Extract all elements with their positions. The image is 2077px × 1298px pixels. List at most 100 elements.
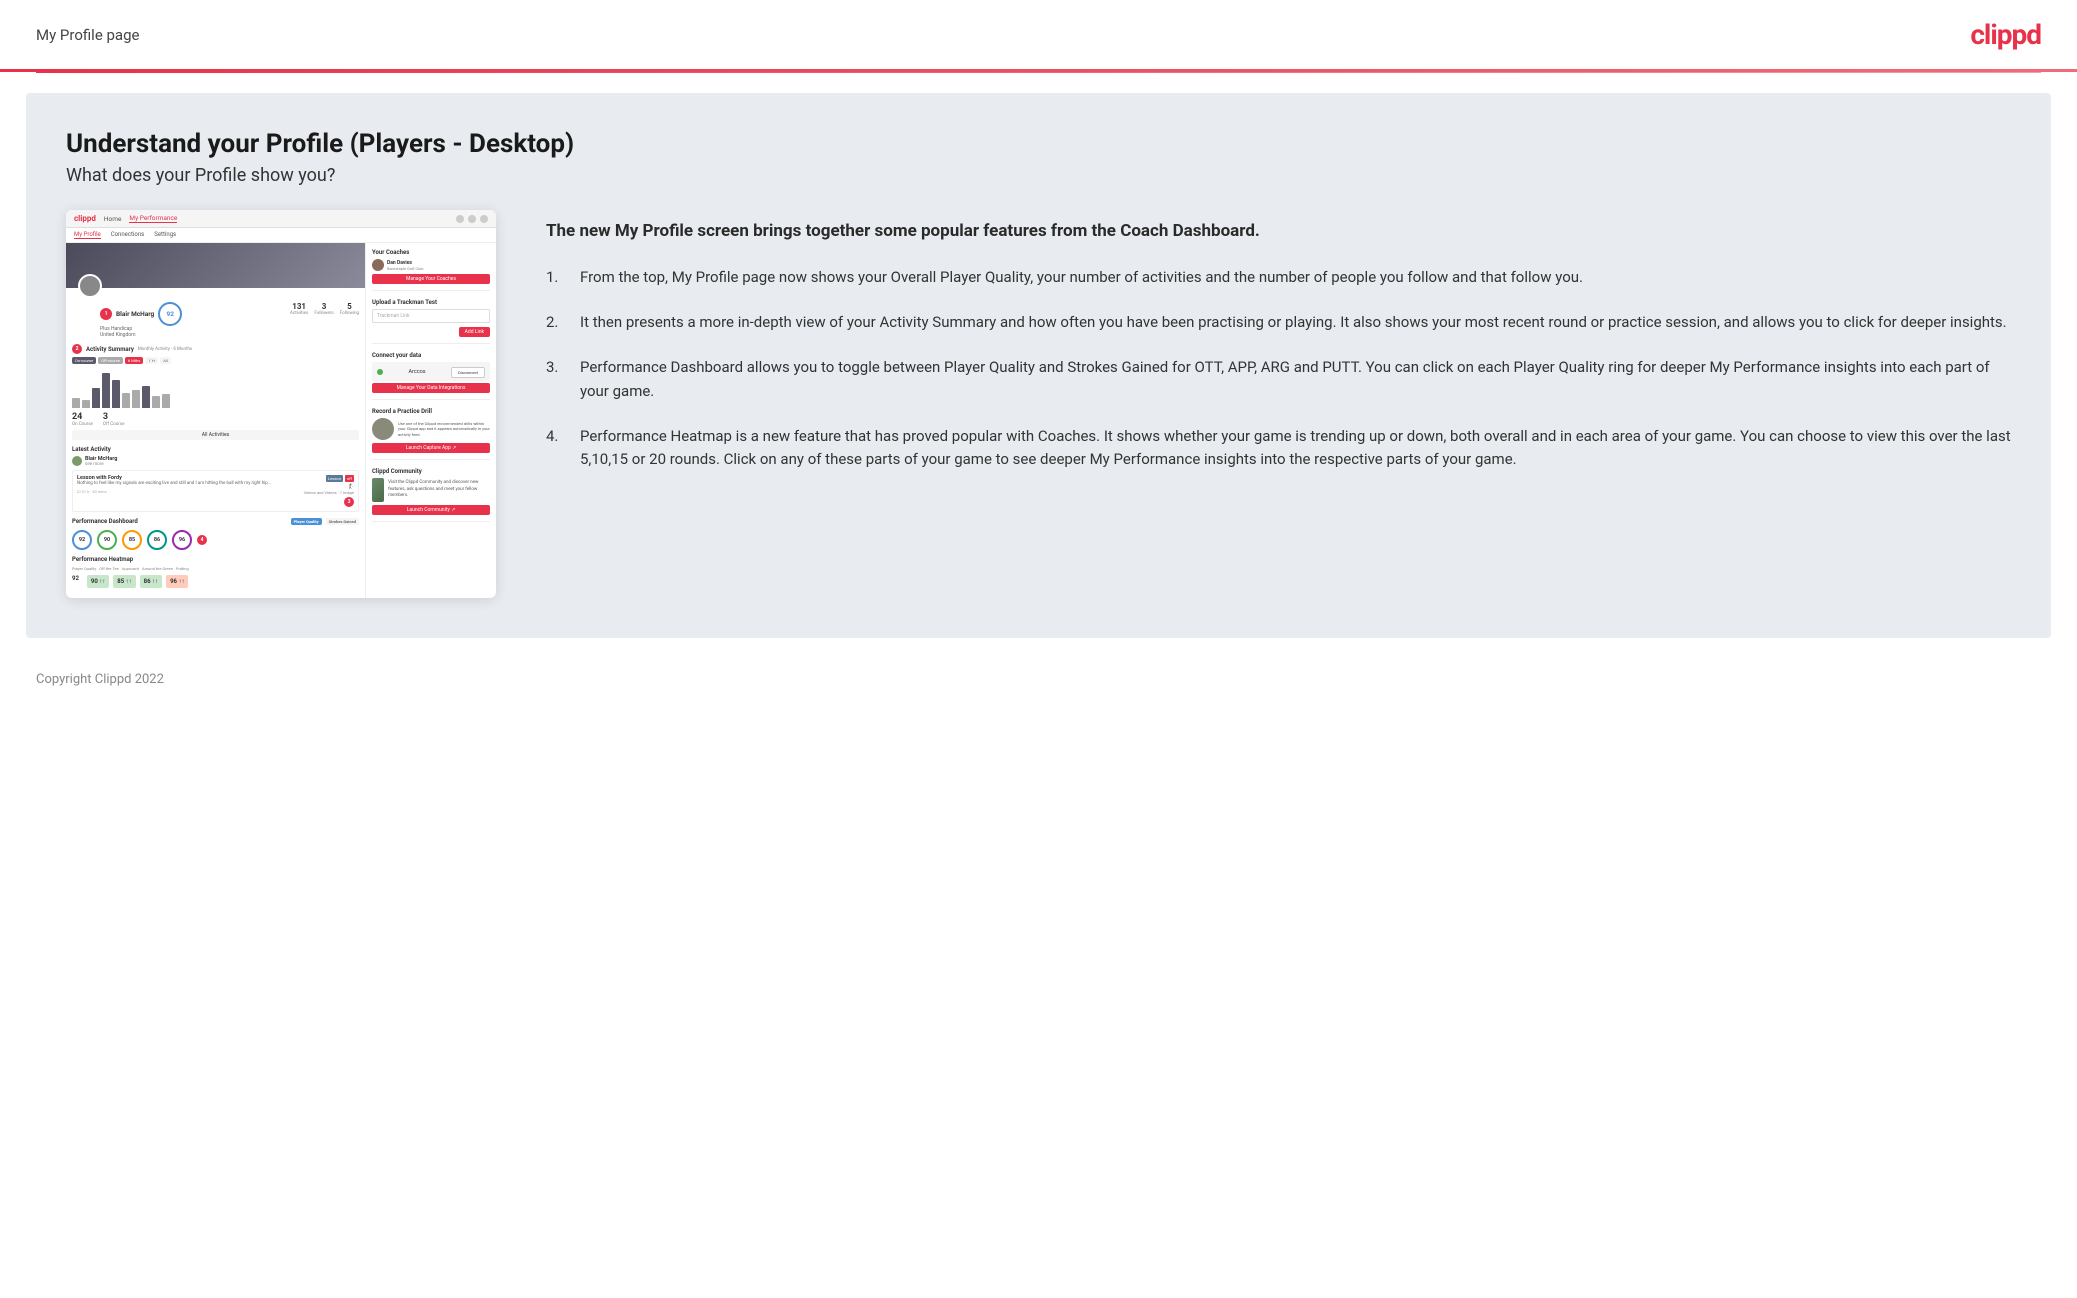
mock-player-name-row: 1 Blair McHarg 92: [100, 302, 284, 326]
mock-activity-row: Blair McHarg see more: [72, 456, 359, 467]
mock-bar-2: [82, 400, 90, 408]
mock-lesson-right: Lesson off 🏌 Videos and Videos · 1 image…: [304, 475, 354, 507]
mock-ring-ott: 90: [97, 530, 117, 550]
mock-bar-5: [112, 380, 120, 408]
mock-badge-4: 4: [197, 535, 207, 545]
mock-followers-label: Followers: [314, 311, 333, 316]
list-num-1: 1.: [546, 266, 566, 289]
mock-stat-activities: 131 Activities: [290, 302, 308, 316]
mock-lesson-videos: Videos and Videos · 1 image: [304, 490, 354, 495]
mock-oncourse-num: 24: [72, 412, 93, 422]
mock-trackman-title: Upload a Trackman Test: [372, 299, 490, 306]
mock-quality-ring: 92: [158, 302, 182, 326]
mock-icon-user: [480, 215, 488, 223]
mock-pill-offcourse: Off-course: [98, 357, 123, 364]
mock-ring-overall: 92: [72, 530, 92, 550]
mock-trackman-btn-row: Add Link: [372, 325, 490, 337]
mock-filter-pills: On-course Off-course 6 Mths 1 Yr All: [72, 357, 359, 364]
mock-ring-putt: 96: [172, 530, 192, 550]
mock-coaches-title: Your Coaches: [372, 249, 490, 256]
mock-badge-2: 2: [72, 344, 82, 354]
mock-stat-following: 5 Following: [340, 302, 359, 316]
mock-nav-performance: My Performance: [129, 214, 177, 223]
mock-lesson-text: Nothing to feel like my signals are exci…: [77, 481, 300, 487]
mock-subnav-connections: Connections: [111, 231, 145, 239]
mock-badge-1: 1: [100, 308, 112, 320]
mock-all-activities-btn: All Activities: [72, 430, 359, 440]
list-text-1: From the top, My Profile page now shows …: [580, 266, 1583, 289]
mock-connect-title: Connect your data: [372, 352, 490, 359]
mock-right-panel: Your Coaches Dan Davies Barnstaple Golf …: [366, 243, 496, 598]
mock-nav-home: Home: [104, 215, 122, 223]
mock-oncourse-label: On Course: [72, 422, 93, 427]
mock-drill-section: Record a Practice Drill Use one of the C…: [372, 408, 490, 460]
mock-badge-3: 3: [344, 497, 354, 507]
mock-heatmap-row: 92 90 ↑↑ 85 ↑↑ 86 ↑↑ 96 ↑↑: [72, 575, 359, 588]
mockup-container: clippd Home My Performance My Profile Co…: [66, 210, 496, 598]
mock-activity-title: Activity Summary: [86, 346, 134, 353]
mock-coaches-section: Your Coaches Dan Davies Barnstaple Golf …: [372, 249, 490, 291]
mock-community-card: Visit the Clippd Community and discover …: [372, 478, 490, 502]
mock-player-quality-badge: Player Quality: [291, 518, 322, 525]
mock-offcourse-label: Off Course: [103, 422, 125, 427]
mock-pill-oncourse: On-course: [72, 357, 96, 364]
mock-subnav: My Profile Connections Settings: [66, 228, 496, 243]
mock-heatmap-label-app: Approach: [122, 566, 139, 571]
mock-bar-7: [132, 390, 140, 408]
mock-activity-desc: see more: [85, 462, 117, 467]
mock-heatmap-val-pq: 92: [72, 575, 79, 588]
list-num-3: 3.: [546, 356, 566, 403]
mock-ring-85: 85: [122, 530, 142, 550]
mock-bar-9: [152, 396, 160, 408]
content-row: clippd Home My Performance My Profile Co…: [66, 210, 2011, 598]
mock-drill-btn[interactable]: Launch Capture App ↗: [372, 443, 490, 453]
list-item-3: 3. Performance Dashboard allows you to t…: [546, 356, 2011, 403]
list-text-3: Performance Dashboard allows you to togg…: [580, 356, 2011, 403]
mock-left: 1 Blair McHarg 92 Plus Handicap United K…: [66, 243, 366, 598]
mock-community-section: Clippd Community Visit the Clippd Commun…: [372, 468, 490, 522]
copyright: Copyright Clippd 2022: [36, 672, 164, 687]
mock-heatmap-cell-ott: 90 ↑↑: [87, 575, 109, 588]
mock-community-title: Clippd Community: [372, 468, 490, 475]
page-heading: Understand your Profile (Players - Deskt…: [66, 129, 2011, 159]
page-title: My Profile page: [36, 26, 139, 44]
mock-arccos-name: Arccos: [408, 369, 425, 375]
mock-heatmap-title: Performance Heatmap: [72, 556, 133, 563]
mock-ring-app: 85: [122, 530, 142, 550]
mock-perf-header: Performance Dashboard Player Quality Str…: [72, 518, 359, 525]
mock-coach-avatar: [372, 259, 384, 271]
mock-heatmap-cell-arg: 86 ↑↑: [140, 575, 162, 588]
mock-pill-all: All: [160, 357, 171, 364]
mock-lesson-card: Lesson with Fordy Nothing to feel like m…: [72, 470, 359, 512]
mock-heatmap-labels: Player Quality Off the Tee Approach Arou…: [72, 566, 359, 571]
mock-heatmap-label-arg: Around the Green: [142, 566, 173, 571]
mock-latest-activity-header: Latest Activity: [72, 446, 359, 453]
mock-ring-96: 96: [172, 530, 192, 550]
mock-activities-num: 131: [290, 302, 308, 311]
mock-lesson-info: Lesson with Fordy Nothing to feel like m…: [77, 475, 300, 494]
mock-activity-avatar: [72, 456, 82, 466]
mock-perf-title: Performance Dashboard: [72, 518, 138, 525]
mock-bar-6: [122, 393, 130, 408]
mock-browser-bar: clippd Home My Performance: [66, 210, 496, 228]
list-item-2: 2. It then presents a more in-depth view…: [546, 311, 2011, 334]
mock-community-btn[interactable]: Launch Community ↗: [372, 505, 490, 515]
mock-icon-bell: [468, 215, 476, 223]
mock-hero: [66, 243, 365, 288]
mock-badge-cat1: Lesson: [326, 475, 343, 482]
mock-activities-label: Activities: [290, 311, 308, 316]
mock-bar-4: [102, 373, 110, 408]
mock-drill-content: Use one of the Clippd recommended drills…: [372, 418, 490, 440]
mock-manage-integrations-btn[interactable]: Manage Your Data Integrations: [372, 383, 490, 393]
mock-trackman-input[interactable]: Trackman Link: [372, 309, 490, 323]
mock-subnav-settings: Settings: [154, 231, 176, 239]
footer: Copyright Clippd 2022: [0, 658, 2077, 701]
mock-bar-1: [72, 398, 80, 408]
list-item-1: 1. From the top, My Profile page now sho…: [546, 266, 2011, 289]
right-intro: The new My Profile screen brings togethe…: [546, 220, 2011, 244]
mock-activity-period: Monthly Activity - 6 Months: [138, 347, 192, 352]
mock-drill-title: Record a Practice Drill: [372, 408, 490, 415]
mock-manage-coaches-btn[interactable]: Manage Your Coaches: [372, 274, 490, 284]
mock-disconnect-btn[interactable]: Disconnect: [451, 367, 485, 378]
mock-trackman-btn[interactable]: Add Link: [459, 327, 490, 337]
